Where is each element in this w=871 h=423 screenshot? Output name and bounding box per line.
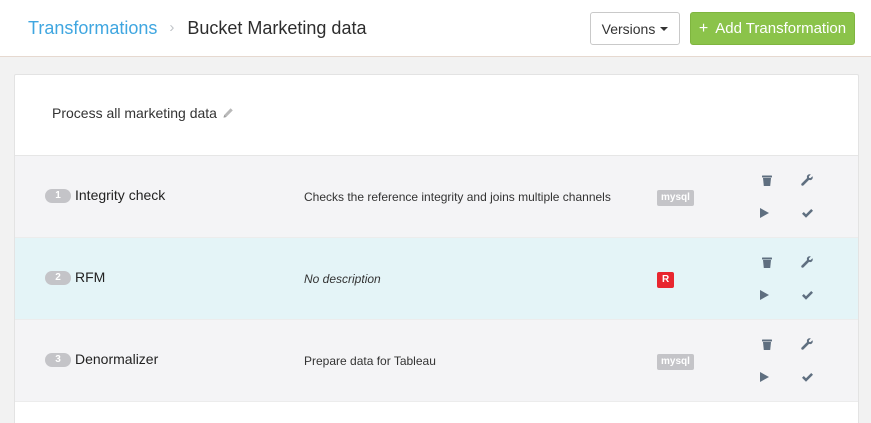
transformation-bucket-panel: Process all marketing data 1 Integrity c… xyxy=(14,74,859,423)
panel-header: Process all marketing data xyxy=(15,75,858,156)
backend-badge: mysql xyxy=(657,190,694,206)
pencil-icon[interactable] xyxy=(222,107,234,119)
add-transformation-label: Add Transformation xyxy=(715,20,847,37)
backend-badge: R xyxy=(657,272,675,288)
versions-dropdown-button[interactable]: Versions xyxy=(590,12,680,45)
wrench-icon[interactable] xyxy=(797,334,817,354)
caret-down-icon xyxy=(660,26,669,31)
trash-icon[interactable] xyxy=(757,334,777,354)
transformation-name[interactable]: Denormalizer xyxy=(75,351,158,367)
plus-icon: + xyxy=(698,19,709,37)
breadcrumb-transformations-link[interactable]: Transformations xyxy=(28,16,157,40)
play-icon[interactable] xyxy=(754,367,774,387)
row-number-badge: 1 xyxy=(45,189,71,203)
top-bar: Transformations › Bucket Marketing data … xyxy=(0,0,871,57)
row-number-badge: 3 xyxy=(45,353,71,367)
wrench-icon[interactable] xyxy=(797,252,817,272)
transformation-row[interactable]: 3 Denormalizer Prepare data for Tableau … xyxy=(15,320,858,402)
wrench-icon[interactable] xyxy=(797,170,817,190)
breadcrumb-separator: › xyxy=(169,19,175,36)
page-title: Bucket Marketing data xyxy=(187,18,367,38)
checkmark-icon[interactable] xyxy=(797,203,817,223)
transformation-row[interactable]: 1 Integrity check Checks the reference i… xyxy=(15,156,858,238)
transformation-row[interactable]: 2 RFM No description R xyxy=(15,238,858,320)
transformation-name[interactable]: Integrity check xyxy=(75,187,165,203)
row-number-badge: 2 xyxy=(45,271,71,285)
transformation-description: Prepare data for Tableau xyxy=(304,354,436,368)
backend-badge: mysql xyxy=(657,354,694,370)
checkmark-icon[interactable] xyxy=(797,367,817,387)
versions-label: Versions xyxy=(601,20,656,37)
breadcrumb: Transformations › Bucket Marketing data xyxy=(28,16,366,40)
transformation-name[interactable]: RFM xyxy=(75,269,105,285)
transformation-description: No description xyxy=(304,272,381,286)
trash-icon[interactable] xyxy=(757,170,777,190)
add-transformation-button[interactable]: + Add Transformation xyxy=(690,12,855,45)
bucket-description: Process all marketing data xyxy=(52,105,234,121)
checkmark-icon[interactable] xyxy=(797,285,817,305)
play-icon[interactable] xyxy=(754,203,774,223)
play-icon[interactable] xyxy=(754,285,774,305)
trash-icon[interactable] xyxy=(757,252,777,272)
transformation-description: Checks the reference integrity and joins… xyxy=(304,190,611,204)
bucket-description-text: Process all marketing data xyxy=(52,105,217,121)
